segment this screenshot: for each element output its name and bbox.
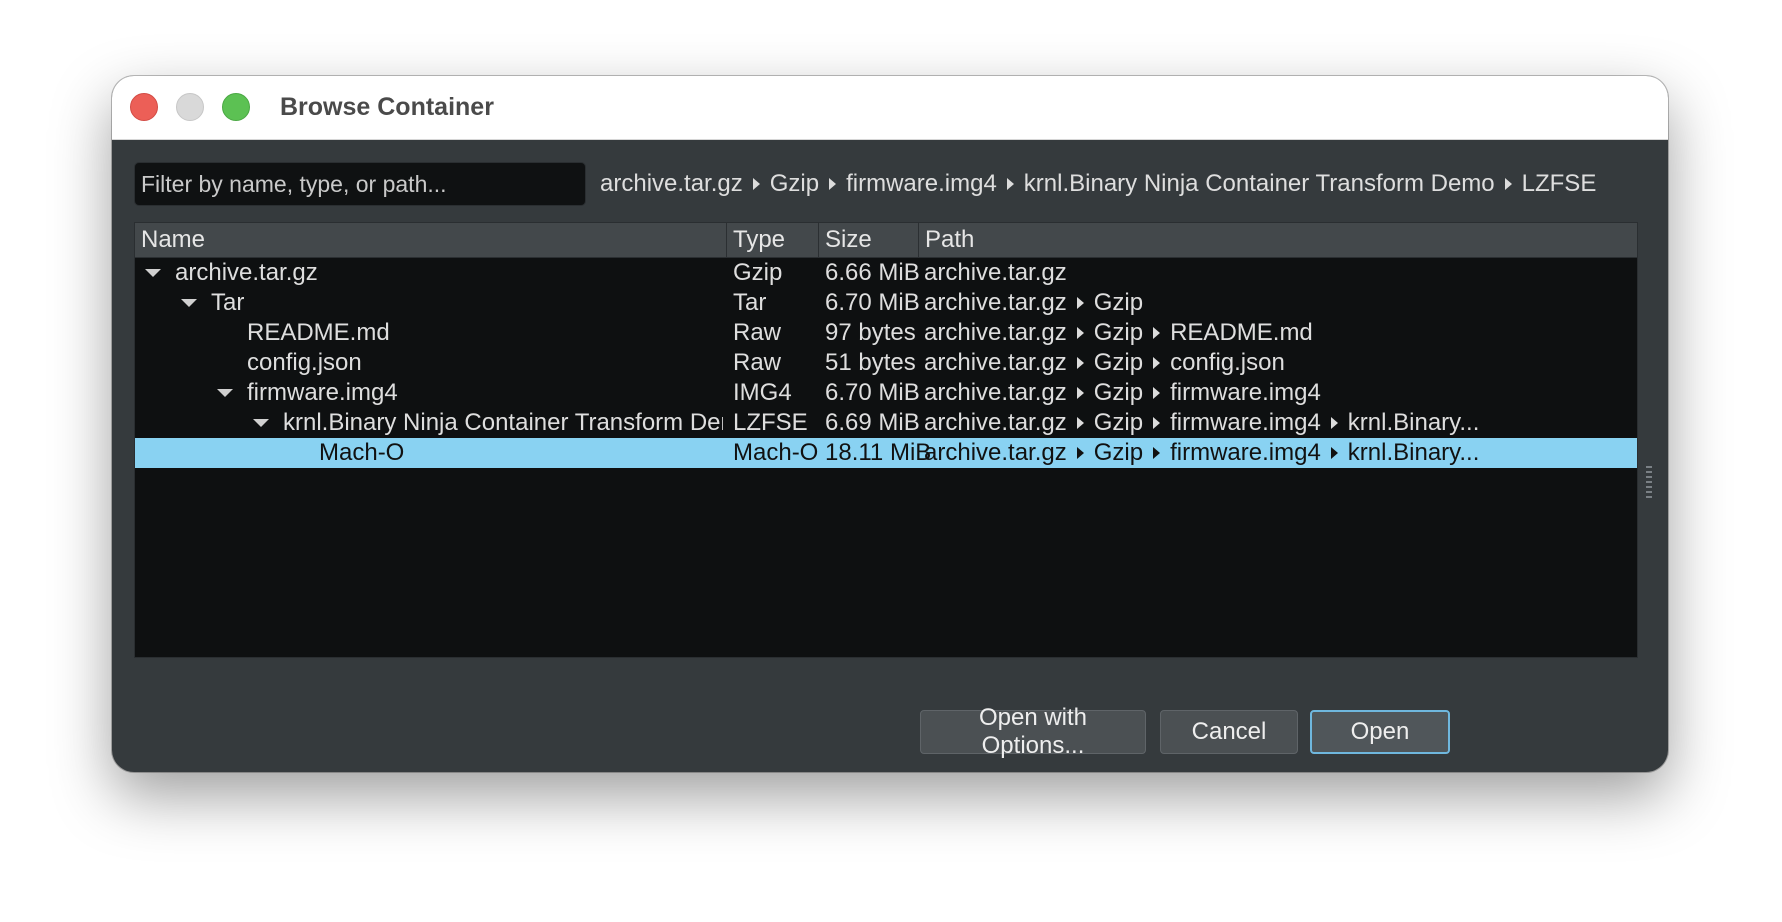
row-path: archive.tar.gz Gzip firmware.img4 krnl.B…: [924, 438, 1634, 468]
window-title: Browse Container: [280, 93, 494, 121]
table-row[interactable]: krnl.Binary Ninja Container Transform De…: [135, 408, 1637, 438]
breadcrumb-item[interactable]: archive.tar.gz: [600, 170, 743, 198]
row-name: krnl.Binary Ninja Container Transform De…: [283, 409, 723, 436]
table-row[interactable]: config.json Raw 51 bytes archive.tar.gz …: [135, 348, 1637, 378]
chevron-right-icon: [829, 178, 837, 190]
path-segment: archive.tar.gz: [924, 379, 1067, 406]
row-name: config.json: [247, 349, 362, 376]
path-segment: firmware.img4: [1170, 439, 1321, 466]
chevron-right-icon: [1006, 178, 1014, 190]
row-path: archive.tar.gz: [924, 258, 1634, 288]
column-header-type[interactable]: Type: [727, 223, 819, 257]
container-tree-table[interactable]: Name Type Size Path archive.tar.gz Gzip …: [134, 222, 1638, 658]
maximize-window-button[interactable]: [222, 93, 250, 121]
path-segment: archive.tar.gz: [924, 409, 1067, 436]
chevron-right-icon: [1076, 327, 1084, 339]
expand-triangle-icon[interactable]: [217, 389, 233, 397]
chevron-right-icon: [1076, 387, 1084, 399]
column-header-size[interactable]: Size: [819, 223, 919, 257]
breadcrumb: archive.tar.gz Gzip firmware.img4 krnl.B…: [600, 162, 1596, 206]
chevron-right-icon: [1153, 357, 1161, 369]
expand-triangle-icon[interactable]: [145, 269, 161, 277]
row-type: Raw: [733, 319, 782, 346]
row-name: archive.tar.gz: [175, 259, 318, 286]
path-segment: Gzip: [1093, 319, 1144, 346]
open-with-options-button[interactable]: Open with Options...: [920, 704, 1146, 759]
path-segment: krnl.Binary...: [1347, 409, 1480, 436]
row-path: archive.tar.gz Gzip config.json: [924, 348, 1634, 378]
path-segment: archive.tar.gz: [924, 259, 1067, 286]
path-segment: archive.tar.gz: [924, 289, 1067, 316]
path-segment: firmware.img4: [1170, 379, 1321, 406]
row-name: Mach-O: [319, 439, 405, 466]
path-segment: krnl.Binary...: [1347, 439, 1480, 466]
path-segment: Gzip: [1093, 289, 1144, 316]
chevron-right-icon: [1153, 327, 1161, 339]
row-type: Gzip: [733, 259, 783, 286]
expand-triangle-icon[interactable]: [181, 299, 197, 307]
row-size: 6.70 MiB: [825, 289, 920, 316]
chevron-right-icon: [1076, 357, 1084, 369]
chevron-right-icon: [1076, 417, 1084, 429]
row-path: archive.tar.gz Gzip firmware.img4 krnl.B…: [924, 408, 1634, 438]
filter-input[interactable]: [134, 162, 586, 206]
expand-triangle-icon[interactable]: [253, 419, 269, 427]
breadcrumb-item[interactable]: krnl.Binary Ninja Container Transform De…: [1024, 170, 1495, 198]
chevron-right-icon: [1330, 417, 1338, 429]
chevron-right-icon: [1153, 447, 1161, 459]
column-resize-grip[interactable]: [1646, 466, 1652, 500]
path-segment: archive.tar.gz: [924, 349, 1067, 376]
chevron-right-icon: [1076, 297, 1084, 309]
row-name: README.md: [247, 319, 390, 346]
chevron-right-icon: [752, 178, 760, 190]
path-segment: archive.tar.gz: [924, 319, 1067, 346]
path-segment: Gzip: [1093, 409, 1144, 436]
browse-container-dialog: Browse Container archive.tar.gz Gzip fir…: [112, 76, 1668, 772]
row-size: 97 bytes: [825, 319, 916, 346]
cancel-button[interactable]: Cancel: [1160, 710, 1298, 754]
chevron-right-icon: [1504, 178, 1512, 190]
row-size: 51 bytes: [825, 349, 916, 376]
row-size: 18.11 MiB: [825, 439, 932, 466]
column-header-path[interactable]: Path: [919, 223, 1637, 257]
path-segment: archive.tar.gz: [924, 439, 1067, 466]
row-size: 6.70 MiB: [825, 379, 920, 406]
path-segment: Gzip: [1093, 379, 1144, 406]
chevron-right-icon: [1076, 447, 1084, 459]
path-segment: firmware.img4: [1170, 409, 1321, 436]
breadcrumb-item[interactable]: LZFSE: [1522, 170, 1597, 198]
row-size: 6.66 MiB: [825, 259, 920, 286]
row-type: IMG4: [733, 379, 792, 406]
row-type: Mach-O: [733, 439, 819, 466]
column-header-name[interactable]: Name: [135, 223, 727, 257]
table-row-selected[interactable]: Mach-O Mach-O 18.11 MiB archive.tar.gz G…: [135, 438, 1637, 468]
row-type: Tar: [733, 289, 767, 316]
row-path: archive.tar.gz Gzip firmware.img4: [924, 378, 1634, 408]
minimize-window-button[interactable]: [176, 93, 204, 121]
row-size: 6.69 MiB: [825, 409, 920, 436]
chevron-right-icon: [1153, 417, 1161, 429]
table-header: Name Type Size Path: [135, 223, 1637, 258]
row-name: firmware.img4: [247, 379, 398, 406]
row-type: Raw: [733, 349, 782, 376]
table-row[interactable]: README.md Raw 97 bytes archive.tar.gz Gz…: [135, 318, 1637, 348]
row-name: Tar: [211, 289, 245, 316]
title-bar: Browse Container: [112, 76, 1668, 140]
row-path: archive.tar.gz Gzip: [924, 288, 1634, 318]
breadcrumb-item[interactable]: firmware.img4: [846, 170, 997, 198]
table-row[interactable]: Tar Tar 6.70 MiB archive.tar.gz Gzip: [135, 288, 1637, 318]
chevron-right-icon: [1153, 387, 1161, 399]
path-segment: config.json: [1170, 349, 1285, 376]
breadcrumb-item[interactable]: Gzip: [770, 170, 819, 198]
row-type: LZFSE: [733, 409, 808, 436]
table-row[interactable]: archive.tar.gz Gzip 6.66 MiB archive.tar…: [135, 258, 1637, 288]
path-segment: Gzip: [1093, 439, 1144, 466]
open-button[interactable]: Open: [1310, 710, 1450, 754]
path-segment: README.md: [1170, 319, 1313, 346]
path-segment: Gzip: [1093, 349, 1144, 376]
table-row[interactable]: firmware.img4 IMG4 6.70 MiB archive.tar.…: [135, 378, 1637, 408]
row-path: archive.tar.gz Gzip README.md: [924, 318, 1634, 348]
close-window-button[interactable]: [130, 93, 158, 121]
chevron-right-icon: [1330, 447, 1338, 459]
